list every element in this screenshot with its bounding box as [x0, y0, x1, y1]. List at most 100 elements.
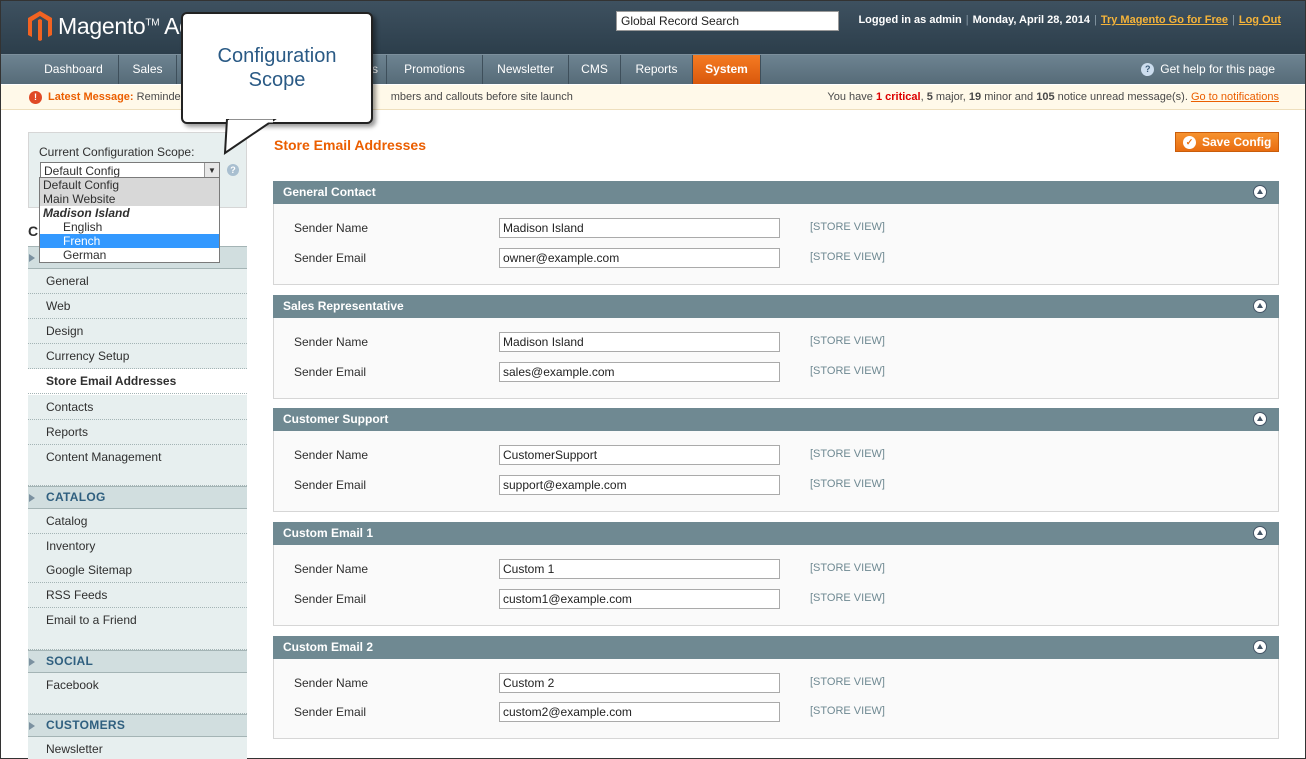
help-icon: ?	[1141, 63, 1155, 76]
fieldset-body: Sender Name [STORE VIEW] Sender Email [S…	[273, 659, 1279, 739]
sidebar-item-reports[interactable]: Reports	[28, 420, 247, 445]
scope-tag: [STORE VIEW]	[810, 592, 885, 604]
sidebar-item-email-to-friend[interactable]: Email to a Friend	[28, 608, 247, 650]
nav-system[interactable]: System	[693, 55, 761, 84]
sender-name-input[interactable]	[499, 445, 780, 465]
fieldset-body: Sender Name [STORE VIEW] Sender Email [S…	[273, 204, 1279, 285]
go-to-notifications-link[interactable]: Go to notifications	[1191, 91, 1279, 103]
collapse-icon[interactable]	[1253, 185, 1267, 199]
fieldset-header[interactable]: Custom Email 1	[273, 522, 1279, 545]
scope-option-madison-island: Madison Island	[43, 206, 130, 220]
user-bar: Logged in as admin | Monday, April 28, 201…	[858, 14, 1281, 26]
sidebar-item-content-management[interactable]: Content Management	[28, 445, 247, 486]
sidebar-item-currency-setup[interactable]: Currency Setup	[28, 344, 247, 369]
section-customers-heading[interactable]: CUSTOMERS	[28, 714, 247, 737]
sender-email-label: Sender Email	[294, 478, 367, 492]
scope-tag: [STORE VIEW]	[810, 705, 885, 717]
fieldset-header[interactable]: General Contact	[273, 181, 1279, 204]
fieldset-header[interactable]: Custom Email 2	[273, 636, 1279, 659]
sender-email-input[interactable]	[499, 248, 780, 268]
fieldset-header[interactable]: Customer Support	[273, 408, 1279, 431]
nav-dashboard[interactable]: Dashboard	[29, 55, 119, 84]
sidebar-item-web[interactable]: Web	[28, 294, 247, 319]
try-magento-go-link[interactable]: Try Magento Go for Free	[1101, 14, 1228, 26]
scope-option-english[interactable]: English	[40, 220, 219, 234]
sidebar-item-newsletter[interactable]: Newsletter	[28, 737, 247, 759]
fieldset-customer-support: Customer Support Sender Name [STORE VIEW…	[273, 408, 1279, 512]
scope-tag: [STORE VIEW]	[810, 221, 885, 233]
sidebar-item-rss-feeds[interactable]: RSS Feeds	[28, 583, 247, 608]
alert-icon: !	[29, 91, 42, 104]
sender-name-label: Sender Name	[294, 562, 369, 576]
callout-pointer	[223, 119, 277, 155]
collapse-icon[interactable]	[1253, 299, 1267, 313]
sidebar-item-google-sitemap[interactable]: Google Sitemap	[28, 558, 247, 583]
nav-promotions[interactable]: Promotions	[387, 55, 483, 84]
sidebar-item-catalog[interactable]: Catalog	[28, 509, 247, 534]
form-row: Sender Email [STORE VIEW]	[274, 589, 1278, 609]
config-heading-partial: C	[28, 223, 39, 239]
scope-dropdown-list: Default Config Main Website Madison Isla…	[39, 177, 220, 263]
expand-arrow-icon	[29, 658, 35, 666]
scope-option-default-config[interactable]: Default Config	[40, 178, 219, 192]
global-search-input[interactable]	[616, 11, 839, 31]
sidebar-item-general[interactable]: General	[28, 269, 247, 294]
sender-name-input[interactable]	[499, 218, 780, 238]
sidebar-item-contacts[interactable]: Contacts	[28, 395, 247, 420]
scope-option-german[interactable]: German	[40, 248, 219, 262]
nav-sales[interactable]: Sales	[119, 55, 177, 84]
fieldset-header[interactable]: Sales Representative	[273, 295, 1279, 318]
sender-email-label: Sender Email	[294, 592, 367, 606]
help-icon[interactable]: ?	[227, 164, 239, 176]
sender-name-input[interactable]	[499, 673, 780, 693]
fieldset-body: Sender Name [STORE VIEW] Sender Email [S…	[273, 545, 1279, 626]
scope-option-french[interactable]: French	[40, 234, 219, 248]
nav-cms[interactable]: CMS	[569, 55, 621, 84]
sender-name-input[interactable]	[499, 559, 780, 579]
logged-in-text: Logged in as admin	[858, 14, 962, 26]
fieldset-custom-email-2: Custom Email 2 Sender Name [STORE VIEW] …	[273, 636, 1279, 739]
sidebar-item-inventory[interactable]: Inventory	[28, 534, 247, 559]
form-row: Sender Name [STORE VIEW]	[274, 445, 1278, 465]
magento-logo-icon	[28, 11, 52, 41]
fieldset-body: Sender Name [STORE VIEW] Sender Email [S…	[273, 431, 1279, 512]
nav-reports[interactable]: Reports	[621, 55, 693, 84]
form-row: Sender Name [STORE VIEW]	[274, 559, 1278, 579]
fieldset-custom-email-1: Custom Email 1 Sender Name [STORE VIEW] …	[273, 522, 1279, 626]
save-config-button[interactable]: ✓ Save Config	[1175, 132, 1279, 152]
unread-messages: You have 1 critical, 5 major, 19 minor a…	[827, 91, 1279, 103]
section-catalog-heading[interactable]: CATALOG	[28, 486, 247, 509]
sender-email-input[interactable]	[499, 702, 780, 722]
scope-tag: [STORE VIEW]	[810, 365, 885, 377]
collapse-icon[interactable]	[1253, 526, 1267, 540]
collapse-icon[interactable]	[1253, 640, 1267, 654]
chevron-down-icon: ▼	[204, 163, 219, 178]
help-link[interactable]: ? Get help for this page	[1141, 55, 1275, 84]
form-row: Sender Email [STORE VIEW]	[274, 702, 1278, 722]
sidebar-item-facebook[interactable]: Facebook	[28, 673, 247, 714]
sender-name-input[interactable]	[499, 332, 780, 352]
form-row: Sender Email [STORE VIEW]	[274, 362, 1278, 382]
check-icon: ✓	[1183, 135, 1196, 149]
nav-newsletter[interactable]: Newsletter	[483, 55, 569, 84]
sidebar-item-store-email-addresses[interactable]: Store Email Addresses	[28, 369, 247, 394]
date-text: Monday, April 28, 2014	[972, 14, 1090, 26]
scope-option-main-website[interactable]: Main Website	[40, 192, 219, 206]
expand-arrow-icon	[29, 722, 35, 730]
sender-email-input[interactable]	[499, 589, 780, 609]
sender-email-input[interactable]	[499, 475, 780, 495]
expand-arrow-icon	[29, 494, 35, 502]
sender-name-label: Sender Name	[294, 335, 369, 349]
form-row: Sender Email [STORE VIEW]	[274, 475, 1278, 495]
sender-email-input[interactable]	[499, 362, 780, 382]
sender-email-label: Sender Email	[294, 365, 367, 379]
logout-link[interactable]: Log Out	[1239, 14, 1281, 26]
form-row: Sender Name [STORE VIEW]	[274, 332, 1278, 352]
scope-tag: [STORE VIEW]	[810, 676, 885, 688]
scope-tag: [STORE VIEW]	[810, 478, 885, 490]
sender-email-label: Sender Email	[294, 251, 367, 265]
collapse-icon[interactable]	[1253, 412, 1267, 426]
help-link-label: Get help for this page	[1160, 62, 1275, 76]
section-social-heading[interactable]: SOCIAL	[28, 650, 247, 673]
sidebar-item-design[interactable]: Design	[28, 319, 247, 344]
